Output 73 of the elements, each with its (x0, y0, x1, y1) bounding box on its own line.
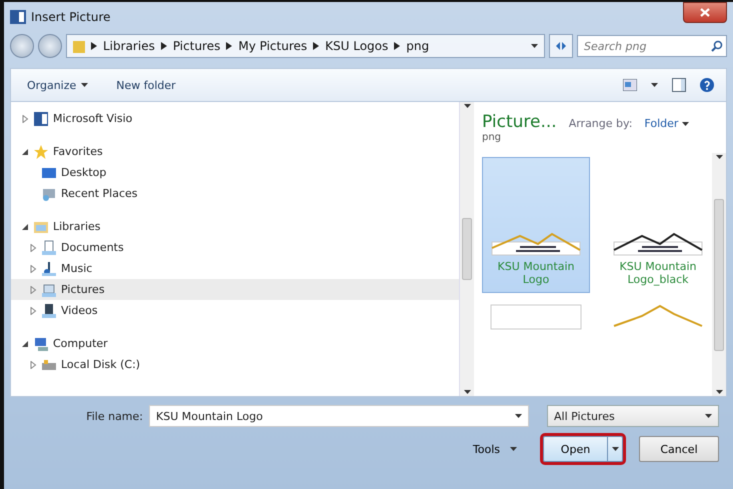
folder-subtitle: png (482, 132, 502, 143)
caret-icon (716, 390, 722, 394)
caret-icon (464, 104, 471, 108)
collapse-icon[interactable] (21, 148, 29, 156)
chevron-icon (160, 42, 167, 50)
caret-icon (716, 155, 722, 159)
chevron-icon (394, 42, 400, 50)
breadcrumb[interactable]: Libraries (103, 39, 155, 53)
preview-pane-icon[interactable] (672, 78, 686, 92)
back-button[interactable] (10, 34, 34, 58)
file-name-field[interactable]: KSU Mountain Logo (149, 405, 529, 427)
expand-icon[interactable] (29, 244, 37, 252)
tree-item[interactable]: Microsoft Visio (11, 108, 460, 129)
file-name-label: File name: (86, 410, 143, 422)
tree-item[interactable]: Documents (11, 237, 460, 258)
address-bar[interactable]: Libraries Pictures My Pictures KSU Logos png (66, 34, 545, 58)
window-title: Insert Picture (31, 10, 110, 24)
tree-item[interactable]: Libraries (11, 216, 460, 237)
tree-item[interactable]: Computer (11, 333, 460, 354)
refresh-button[interactable] (549, 34, 573, 58)
new-folder-button[interactable]: New folder (112, 76, 180, 94)
tree-item[interactable]: Pictures (11, 279, 460, 300)
open-button[interactable]: Open (543, 436, 623, 462)
cancel-button[interactable]: Cancel (639, 436, 719, 462)
caret-icon (81, 83, 88, 87)
chevron-icon (226, 42, 232, 50)
breadcrumb[interactable]: My Pictures (238, 39, 308, 53)
arrange-dropdown[interactable]: Folder (644, 117, 690, 130)
expand-icon[interactable] (21, 114, 29, 122)
search-icon (711, 40, 723, 52)
favorites-icon (33, 144, 49, 160)
expand-icon[interactable] (29, 306, 37, 314)
tree-item[interactable]: Favorites (11, 141, 460, 162)
caret-icon (612, 447, 618, 451)
breadcrumb[interactable]: Pictures (172, 39, 220, 53)
caret-icon (705, 414, 712, 418)
arrange-label: Arrange by: (568, 117, 632, 130)
folder-icon (73, 39, 85, 53)
expand-icon[interactable] (29, 360, 37, 368)
scrollbar-thumb[interactable] (714, 198, 724, 350)
file-item[interactable]: KSU Mountain Logo_black (604, 157, 712, 293)
tree-item[interactable]: Recent Places (11, 183, 460, 204)
expand-icon[interactable] (29, 286, 37, 294)
scrollbar-thumb[interactable] (462, 218, 472, 280)
library-title: Picture... (482, 112, 557, 132)
caret-icon (651, 83, 658, 87)
tree-item[interactable]: Videos (11, 300, 460, 321)
caret-icon (510, 447, 517, 451)
close-icon (700, 8, 710, 17)
collapse-icon[interactable] (21, 222, 29, 230)
view-icon[interactable] (623, 79, 637, 91)
collapse-icon[interactable] (21, 340, 29, 348)
organize-button[interactable]: Organize (23, 76, 92, 94)
breadcrumb[interactable]: png (406, 39, 430, 53)
scrollbar[interactable] (460, 102, 474, 396)
expand-icon[interactable] (29, 264, 37, 272)
caret-icon (515, 414, 522, 418)
tools-button[interactable]: Tools (466, 442, 523, 456)
tree-item[interactable]: Desktop (11, 162, 460, 183)
chevron-icon (91, 42, 97, 50)
scrollbar[interactable] (712, 153, 726, 396)
close-button[interactable] (683, 2, 727, 23)
forward-button[interactable] (38, 34, 62, 58)
caret-icon (682, 122, 690, 126)
caret-icon (531, 44, 538, 48)
tree-item[interactable]: Local Disk (C:) (11, 354, 460, 375)
file-type-dropdown[interactable]: All Pictures (547, 405, 719, 427)
breadcrumb[interactable]: KSU Logos (325, 39, 388, 53)
chevron-icon (313, 42, 320, 50)
search-field[interactable]: Search png (577, 35, 727, 57)
help-icon[interactable] (700, 78, 714, 92)
tree-item[interactable]: Music (11, 258, 460, 279)
caret-icon (464, 390, 471, 394)
